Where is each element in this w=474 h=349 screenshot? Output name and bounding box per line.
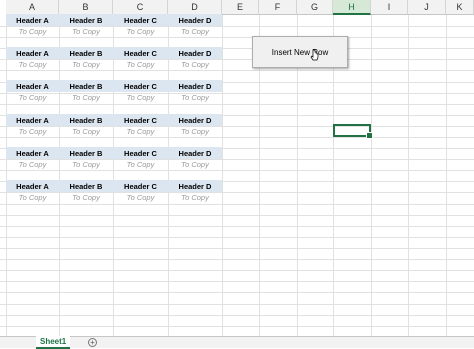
- gridline-vertical: [371, 15, 372, 336]
- to-copy-cell[interactable]: To Copy: [168, 125, 222, 137]
- to-copy-cell[interactable]: To Copy: [168, 25, 222, 37]
- to-copy-cell[interactable]: To Copy: [113, 91, 168, 103]
- gridline-horizontal: [0, 304, 474, 305]
- to-copy-cell[interactable]: To Copy: [59, 125, 113, 137]
- column-header-D[interactable]: D: [168, 0, 222, 15]
- gridline-horizontal: [0, 170, 474, 171]
- gridline-horizontal: [0, 281, 474, 282]
- gridline-horizontal: [0, 215, 474, 216]
- tab-sheet1[interactable]: Sheet1: [36, 336, 71, 349]
- column-header-K[interactable]: K: [446, 0, 474, 15]
- gridline-horizontal: [0, 315, 474, 316]
- insert-new-row-button[interactable]: Insert New Row: [252, 36, 348, 68]
- to-copy-cell[interactable]: To Copy: [59, 158, 113, 170]
- column-header-B[interactable]: B: [59, 0, 113, 15]
- column-header-E[interactable]: E: [222, 0, 259, 15]
- to-copy-cell[interactable]: To Copy: [6, 125, 59, 137]
- to-copy-cell[interactable]: To Copy: [59, 191, 113, 203]
- to-copy-cell[interactable]: To Copy: [6, 158, 59, 170]
- selected-cell-H[interactable]: [333, 124, 373, 139]
- to-copy-cell[interactable]: To Copy: [6, 25, 59, 37]
- column-header-I[interactable]: I: [371, 0, 408, 15]
- to-copy-cell[interactable]: To Copy: [168, 58, 222, 70]
- column-header-C[interactable]: C: [113, 0, 168, 15]
- gridline-horizontal: [0, 226, 474, 227]
- to-copy-cell[interactable]: To Copy: [113, 191, 168, 203]
- to-copy-cell[interactable]: To Copy: [113, 158, 168, 170]
- gridline-vertical: [408, 15, 409, 336]
- gridline-horizontal: [0, 259, 474, 260]
- to-copy-cell[interactable]: To Copy: [59, 91, 113, 103]
- column-header-A[interactable]: A: [6, 0, 59, 15]
- to-copy-cell[interactable]: To Copy: [168, 158, 222, 170]
- column-header-G[interactable]: G: [297, 0, 333, 15]
- to-copy-cell[interactable]: To Copy: [113, 25, 168, 37]
- to-copy-cell[interactable]: To Copy: [59, 25, 113, 37]
- gridline-horizontal: [0, 270, 474, 271]
- gridline-horizontal: [0, 70, 474, 71]
- column-header-F[interactable]: F: [259, 0, 297, 15]
- to-copy-cell[interactable]: To Copy: [6, 191, 59, 203]
- worksheet-grid[interactable]: ABCDEFGHIJK Header A To Copy Header B To Co…: [0, 0, 474, 336]
- gridline-horizontal: [0, 204, 474, 205]
- to-copy-cell[interactable]: To Copy: [168, 191, 222, 203]
- to-copy-cell[interactable]: To Copy: [6, 91, 59, 103]
- to-copy-cell[interactable]: To Copy: [168, 91, 222, 103]
- to-copy-cell[interactable]: To Copy: [6, 58, 59, 70]
- gridline-horizontal: [0, 326, 474, 327]
- gridline-horizontal: [0, 248, 474, 249]
- to-copy-cell[interactable]: To Copy: [59, 58, 113, 70]
- gridline-horizontal: [0, 104, 474, 105]
- gridline-vertical: [446, 15, 447, 336]
- gridline-horizontal: [0, 237, 474, 238]
- to-copy-cell[interactable]: To Copy: [113, 125, 168, 137]
- gridline-horizontal: [0, 292, 474, 293]
- sheet-tab-bar: Sheet1 +: [0, 336, 474, 349]
- to-copy-cell[interactable]: To Copy: [113, 58, 168, 70]
- column-header-H[interactable]: H: [333, 0, 371, 15]
- gridline-horizontal: [0, 37, 474, 38]
- gridline-vertical: [222, 15, 223, 336]
- mouse-cursor-icon: [310, 49, 319, 61]
- column-header-J[interactable]: J: [408, 0, 446, 15]
- gridline-horizontal: [0, 137, 474, 138]
- add-sheet-icon[interactable]: +: [88, 338, 97, 347]
